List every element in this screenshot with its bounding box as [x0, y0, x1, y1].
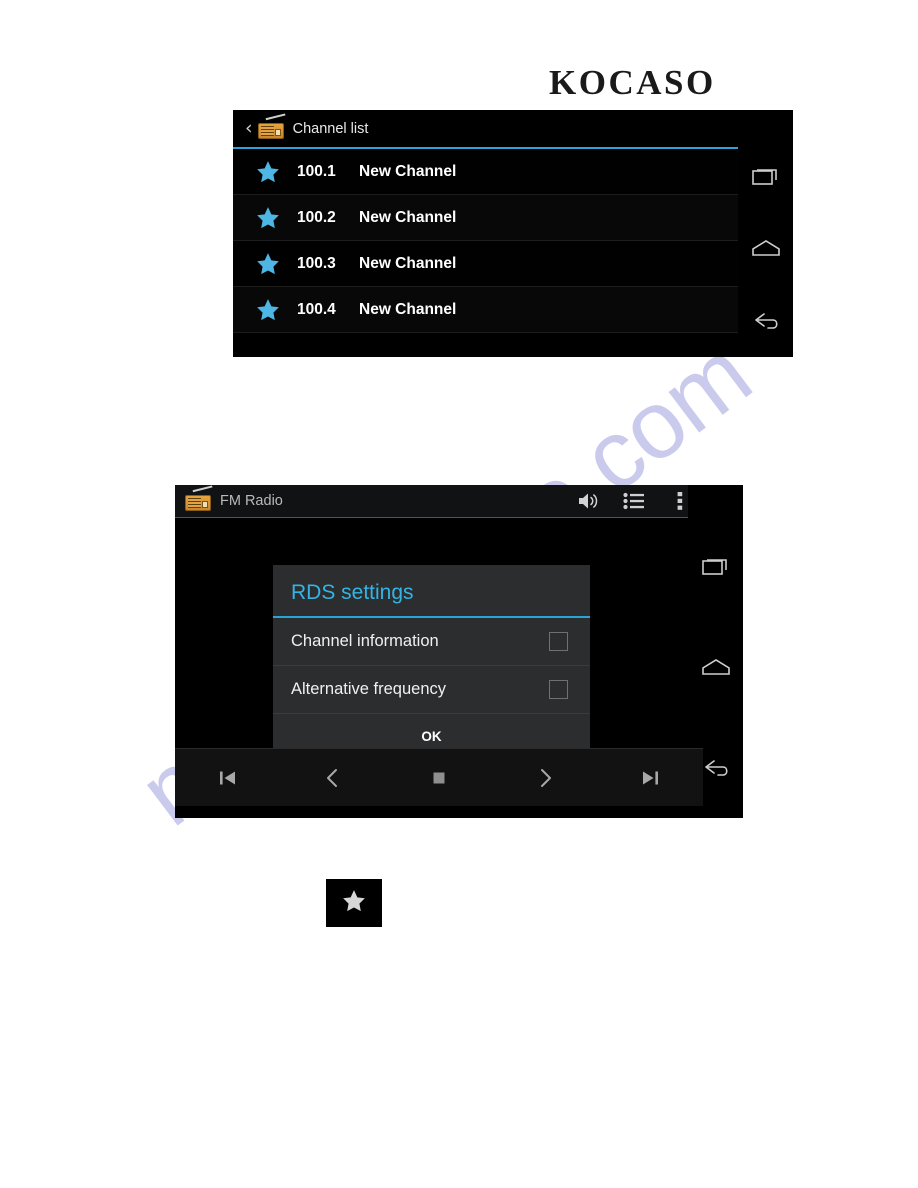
channel-list-header: ‹ Channel list [233, 110, 738, 147]
fm-radio-body: RDS settings Channel information Alterna… [175, 518, 703, 818]
table-row[interactable]: 100.2 New Channel [233, 195, 738, 241]
star-icon[interactable] [255, 159, 281, 185]
home-button[interactable] [699, 652, 733, 682]
skip-next-icon[interactable] [627, 755, 673, 801]
android-nav-rail [738, 110, 793, 357]
recents-button[interactable] [699, 551, 733, 581]
list-icon[interactable] [611, 485, 657, 518]
dialog-title: RDS settings [273, 565, 590, 618]
channel-frequency: 100.4 [297, 300, 336, 318]
stop-icon[interactable] [416, 755, 462, 801]
home-button[interactable] [749, 233, 783, 263]
recents-button[interactable] [749, 161, 783, 191]
option-label: Channel information [291, 632, 439, 650]
star-icon[interactable] [255, 205, 281, 231]
table-row[interactable]: 100.4 New Channel [233, 287, 738, 333]
seek-forward-icon[interactable] [522, 755, 568, 801]
brand-logo: KOCASO [549, 63, 716, 102]
star-icon[interactable] [255, 297, 281, 323]
channel-list-screenshot: ‹ Channel list 100.1 New Channel 100.2 N… [233, 110, 793, 357]
option-label: Alternative frequency [291, 680, 447, 698]
channel-frequency: 100.3 [297, 254, 336, 272]
channel-list-title: Channel list [292, 120, 369, 137]
channel-name: New Channel [359, 208, 457, 226]
star-icon[interactable] [255, 251, 281, 277]
rds-settings-dialog: RDS settings Channel information Alterna… [273, 565, 590, 759]
checkbox-channel-information[interactable] [549, 632, 568, 651]
fm-radio-screenshot: FM Radio RDS settings Channel informatio… [175, 485, 743, 818]
table-row[interactable]: 100.3 New Channel [233, 241, 738, 287]
star-icon [341, 888, 367, 919]
fm-radio-device-screen: FM Radio RDS settings Channel informatio… [175, 485, 703, 818]
channel-name: New Channel [359, 300, 457, 318]
back-button[interactable] [699, 753, 733, 783]
skip-previous-icon[interactable] [205, 755, 251, 801]
table-row[interactable]: 100.1 New Channel [233, 149, 738, 195]
rds-option-channel-information[interactable]: Channel information [273, 618, 590, 666]
channel-frequency: 100.1 [297, 162, 336, 180]
volume-icon[interactable] [565, 485, 611, 518]
channel-frequency: 100.2 [297, 208, 336, 226]
seek-backward-icon[interactable] [310, 755, 356, 801]
page-title: FM Radio [220, 493, 283, 509]
radio-icon [185, 485, 215, 511]
back-chevron-icon[interactable]: ‹ [245, 119, 253, 138]
channel-name: New Channel [359, 162, 457, 180]
channel-list-device-screen: ‹ Channel list 100.1 New Channel 100.2 N… [233, 110, 738, 357]
playback-transport-bar [175, 748, 703, 806]
rds-option-alternative-frequency[interactable]: Alternative frequency [273, 666, 590, 714]
radio-icon [257, 112, 288, 139]
checkbox-alternative-frequency[interactable] [549, 680, 568, 699]
fm-radio-titlebar: FM Radio [175, 485, 703, 518]
channel-name: New Channel [359, 254, 457, 272]
back-button[interactable] [749, 306, 783, 336]
standalone-star-icon-chip [326, 879, 382, 927]
